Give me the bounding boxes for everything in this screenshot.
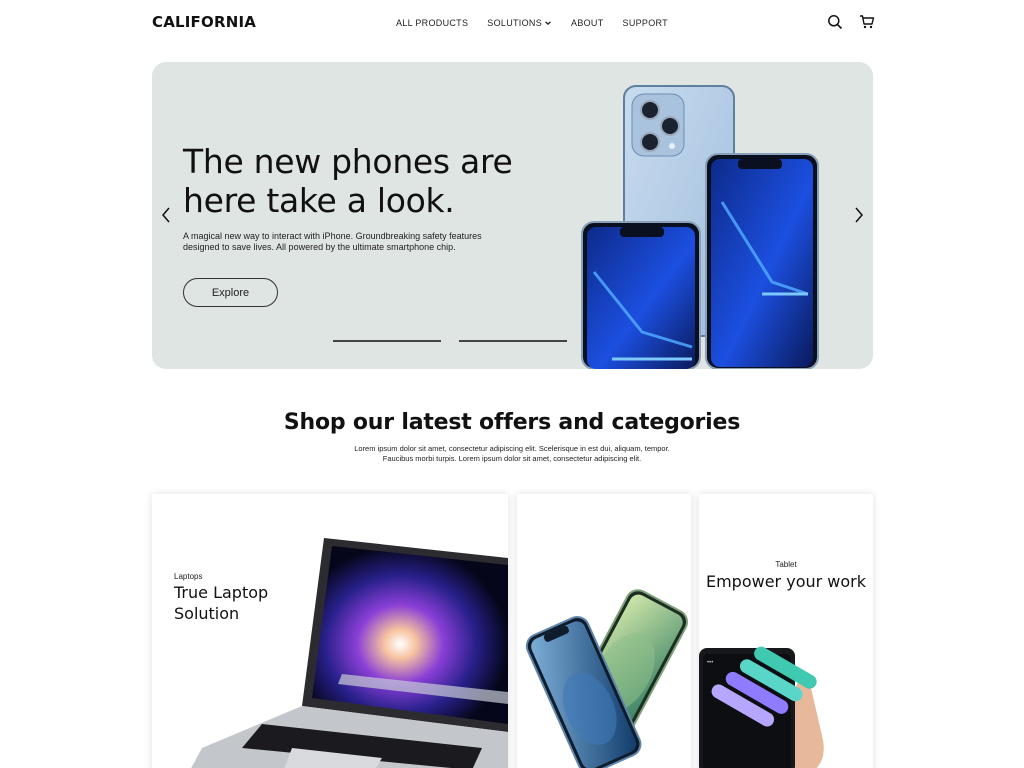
carousel-indicator-1[interactable] bbox=[333, 340, 441, 342]
category-card-laptops[interactable]: Laptops True Laptop Solution bbox=[152, 494, 508, 768]
hero-title: The new phones are here take a look. bbox=[183, 142, 513, 220]
site-header: CALIFORNIA ALL PRODUCTS SOLUTIONS ABOUT … bbox=[0, 0, 1024, 46]
header-actions bbox=[827, 14, 875, 30]
nav-solutions[interactable]: SOLUTIONS bbox=[487, 18, 552, 28]
nav-all-products[interactable]: ALL PRODUCTS bbox=[396, 18, 468, 28]
hero-subtitle: A magical new way to interact with iPhon… bbox=[183, 231, 482, 252]
tablet-image: ••• bbox=[699, 646, 824, 768]
section-title: Shop our latest offers and categories bbox=[283, 410, 741, 435]
nav-about[interactable]: ABOUT bbox=[571, 18, 604, 28]
nav-support[interactable]: SUPPORT bbox=[623, 18, 668, 28]
hero-banner: The new phones are here take a look. A m… bbox=[152, 62, 873, 369]
category-card-phones[interactable] bbox=[517, 494, 691, 768]
logo[interactable]: CALIFORNIA bbox=[152, 13, 256, 31]
search-icon[interactable] bbox=[827, 14, 843, 30]
main-nav: ALL PRODUCTS SOLUTIONS ABOUT SUPPORT bbox=[396, 18, 668, 28]
nav-support-label: SUPPORT bbox=[622, 18, 668, 28]
section-subtitle: Lorem ipsum dolor sit amet, consectetur … bbox=[354, 444, 670, 463]
nav-solutions-label: SOLUTIONS bbox=[487, 18, 543, 28]
card-title: Empower your work bbox=[705, 572, 866, 591]
svg-text:•••: ••• bbox=[707, 660, 713, 666]
carousel-indicator-2[interactable] bbox=[459, 340, 567, 342]
card-category: Tablet bbox=[775, 560, 797, 569]
explore-button[interactable]: Explore bbox=[183, 278, 278, 307]
chevron-down-icon bbox=[545, 21, 551, 26]
laptop-image bbox=[191, 538, 508, 768]
arrow-left-icon[interactable] bbox=[159, 206, 173, 224]
nav-all-products-label: ALL PRODUCTS bbox=[396, 18, 469, 28]
nav-about-label: ABOUT bbox=[571, 18, 604, 28]
category-card-tablet[interactable]: Tablet Empower your work ••• bbox=[699, 494, 873, 768]
hero-phones-image bbox=[581, 85, 819, 369]
cart-icon[interactable] bbox=[859, 14, 875, 30]
phones-image bbox=[525, 589, 689, 768]
arrow-right-icon[interactable] bbox=[852, 206, 866, 224]
